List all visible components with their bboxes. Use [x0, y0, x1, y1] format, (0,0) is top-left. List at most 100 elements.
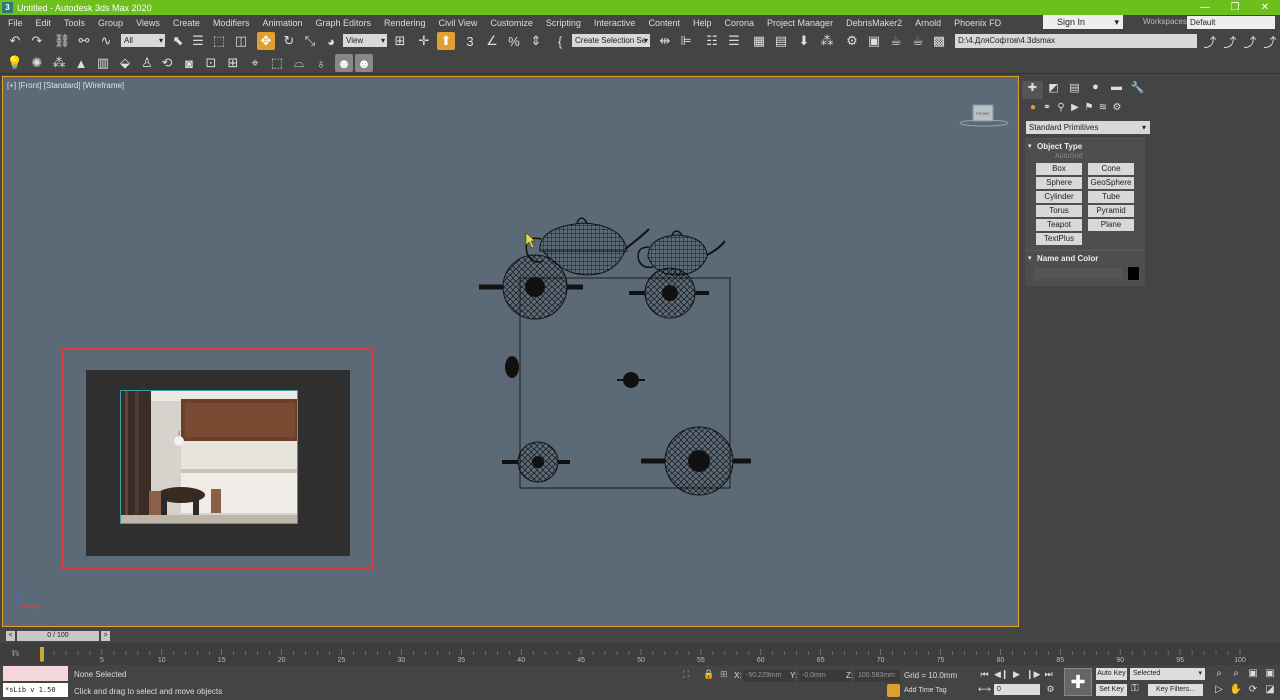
geometry-icon[interactable]: ●	[1026, 102, 1040, 113]
material-editor-icon[interactable]: ⁂	[818, 32, 836, 50]
render-in-cloud-icon[interactable]: ▩	[930, 32, 948, 50]
scene-explorer-icon[interactable]: ☷	[703, 32, 721, 50]
undo-icon[interactable]: ↶	[6, 32, 24, 50]
menu-civil-view[interactable]: Civil View	[431, 18, 483, 28]
corona-cam-correct-icon[interactable]: ⊡	[202, 54, 220, 72]
window-crossing-icon[interactable]: ◫	[232, 32, 250, 50]
shapes-icon[interactable]: ⚭	[1040, 102, 1054, 113]
percent-snap-icon[interactable]: %	[505, 32, 523, 50]
select-place-icon[interactable]: ◕	[322, 32, 340, 50]
link-icon[interactable]: ⛓	[53, 32, 71, 50]
goto-end-icon[interactable]: ⏭	[1042, 668, 1055, 681]
teapot-button[interactable]: Teapot	[1036, 219, 1082, 231]
geosphere-button[interactable]: GeoSphere	[1088, 177, 1134, 189]
project-path-field[interactable]: D:\4.ДляСофтов\4.3dsmax	[955, 34, 1197, 48]
display-tab-icon[interactable]: ▬	[1106, 81, 1127, 99]
corona-light-icon[interactable]: 💡	[6, 54, 24, 72]
curve-editor-mini-icon[interactable]: f⁄x	[12, 649, 20, 658]
pyramid-button[interactable]: Pyramid	[1088, 205, 1134, 217]
lights-icon[interactable]: ⚲	[1054, 102, 1068, 113]
corona-proxy-icon[interactable]: ♙	[138, 54, 156, 72]
corona-teapot-icon[interactable]: ⌓	[290, 54, 308, 72]
orbit-icon[interactable]: ⟳	[1246, 683, 1260, 696]
menu-content[interactable]: Content	[640, 18, 685, 28]
key-mode-icon[interactable]: ⟷	[978, 683, 991, 696]
z-coordinate-field[interactable]: 100.583mm	[855, 670, 900, 682]
menu-arnold[interactable]: Arnold	[907, 18, 946, 28]
front-viewport[interactable]: [+] [Front] [Standard] [Wireframe] FRONT	[2, 76, 1019, 627]
box-button[interactable]: Box	[1036, 163, 1082, 175]
toggle-ribbon-icon[interactable]: ▦	[750, 32, 768, 50]
selection-region-icon[interactable]: ⬚	[210, 32, 228, 50]
autogrid-checkbox[interactable]: AutoGrid	[1025, 151, 1145, 160]
set-keys-button[interactable]: ✚	[1064, 668, 1092, 696]
menu-phoenix-fd[interactable]: Phoenix FD	[946, 18, 1006, 28]
auto-key-button[interactable]: Auto Key	[1096, 668, 1127, 680]
time-slider-thumb[interactable]: 0 / 100	[17, 631, 99, 641]
maximize-button[interactable]: ❐	[1220, 0, 1250, 15]
project-set-icon[interactable]: ⤴	[1261, 32, 1279, 50]
previous-frame-icon[interactable]: ◀❙	[994, 668, 1008, 681]
y-coordinate-field[interactable]: -0.0mm	[799, 670, 851, 682]
minimize-button[interactable]: —	[1190, 0, 1220, 15]
corona-scatter-icon[interactable]: ⁂	[50, 54, 68, 72]
goto-start-icon[interactable]: ⏮	[978, 668, 991, 681]
key-set-select[interactable]: Selected	[1130, 668, 1205, 680]
corona-converter-icon[interactable]: ⟲	[158, 54, 176, 72]
bind-space-warp-icon[interactable]: ∿	[97, 32, 115, 50]
corona-decal-icon[interactable]: ▲	[72, 54, 90, 72]
render-production-icon[interactable]: ☕	[887, 32, 905, 50]
menu-views[interactable]: Views	[128, 18, 165, 28]
key-filters-button[interactable]: Key Filters...	[1148, 684, 1203, 696]
corona-distance-icon[interactable]: ⊞	[224, 54, 242, 72]
select-move-icon[interactable]: ✥	[257, 32, 275, 50]
close-button[interactable]: ✕	[1250, 0, 1280, 15]
redo-icon[interactable]: ↷	[28, 32, 46, 50]
curve-editor-icon[interactable]: ▤	[772, 32, 790, 50]
menu-animation[interactable]: Animation	[254, 18, 307, 28]
menu-create[interactable]: Create	[165, 18, 205, 28]
select-by-name-icon[interactable]: ☰	[189, 32, 207, 50]
menu-interactive[interactable]: Interactive	[586, 18, 641, 28]
maximize-viewport-icon[interactable]: ◪	[1263, 683, 1277, 696]
plane-button[interactable]: Plane	[1088, 219, 1134, 231]
object-name-field[interactable]	[1034, 268, 1122, 279]
menu-rendering[interactable]: Rendering	[376, 18, 431, 28]
modify-tab-icon[interactable]: ◩	[1043, 81, 1064, 99]
align-icon[interactable]: ⊫	[677, 32, 695, 50]
menu-graph-editors[interactable]: Graph Editors	[307, 18, 376, 28]
maxscript-input[interactable]	[3, 666, 68, 681]
menu-help[interactable]: Help	[685, 18, 717, 28]
maxscript-output[interactable]: *sLib v 1.50	[3, 683, 68, 697]
rendered-frame-window-icon[interactable]: ▣	[865, 32, 883, 50]
cameras-icon[interactable]: ▶	[1068, 102, 1082, 113]
zoom-icon[interactable]: ⌕	[1212, 667, 1226, 680]
pivot-center-icon[interactable]: ⊞	[391, 32, 409, 50]
keyboard-shortcut-override-icon[interactable]: ⬆	[437, 32, 455, 50]
motion-tab-icon[interactable]: ●	[1085, 81, 1106, 99]
edit-named-selection-icon[interactable]: {	[551, 32, 569, 50]
next-frame-icon[interactable]: ❙▶	[1026, 668, 1040, 681]
menu-modifiers[interactable]: Modifiers	[205, 18, 255, 28]
zoom-all-icon[interactable]: ⌕	[1229, 667, 1243, 680]
pan-icon[interactable]: ✋	[1229, 683, 1243, 696]
track-bar[interactable]: f⁄x 051015202530354045505560657075808590…	[0, 643, 1280, 665]
project-folder-icon[interactable]: ⤴	[1201, 32, 1219, 50]
menu-edit[interactable]: Edit	[28, 18, 57, 28]
field-of-view-icon[interactable]: ▷	[1212, 683, 1226, 696]
mirror-icon[interactable]: ⇹	[656, 32, 674, 50]
object-color-swatch[interactable]	[1128, 267, 1139, 280]
corona-material-library-icon[interactable]: ▥	[94, 54, 112, 72]
angle-snap-icon[interactable]: ∠	[483, 32, 501, 50]
corona-sun-icon[interactable]: ✺	[28, 54, 46, 72]
select-scale-icon[interactable]: ⤡	[301, 32, 319, 50]
time-tag-icon[interactable]	[887, 684, 900, 697]
corona-box-icon[interactable]: ⬚	[268, 54, 286, 72]
selection-lock-icon[interactable]: 🔒	[703, 669, 714, 680]
menu-file[interactable]: File	[0, 18, 28, 28]
add-time-tag[interactable]: Add Time Tag	[904, 687, 947, 694]
maxscript-listener[interactable]: *sLib v 1.50	[3, 666, 68, 697]
timeline-ruler[interactable]: 0510152025303540455055606570758085909510…	[36, 643, 1262, 665]
menu-group[interactable]: Group	[90, 18, 128, 28]
project-open-icon[interactable]: ⤴	[1221, 32, 1239, 50]
